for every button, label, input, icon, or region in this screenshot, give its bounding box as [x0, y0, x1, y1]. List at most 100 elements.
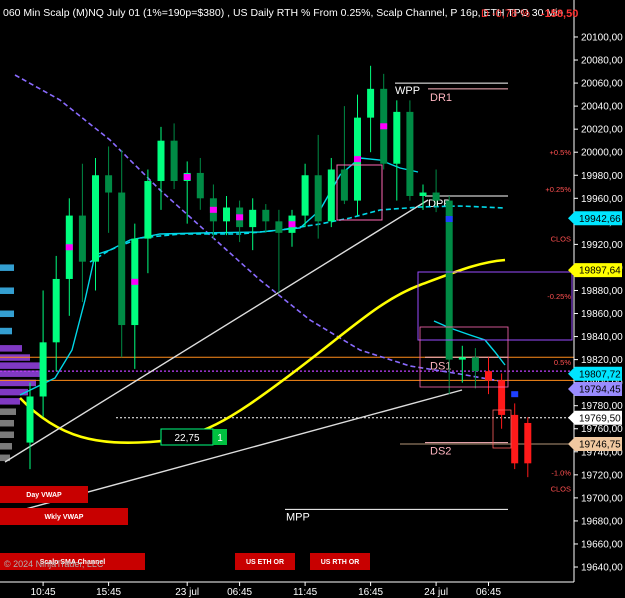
pivot-label-wpp: WPP [395, 85, 420, 97]
price-tag-label: 19769,50 [579, 413, 621, 424]
candle-body [458, 357, 466, 360]
candle-body [393, 111, 401, 164]
x-tick-label: 15:45 [96, 587, 121, 598]
indicator-button-label[interactable]: Day VWAP [26, 492, 62, 499]
indicator-button-label[interactable]: US RTH OR [321, 559, 360, 566]
y-tick-label: 19880,00 [581, 286, 623, 297]
candle-body [275, 221, 283, 233]
candle-marker [209, 206, 217, 213]
y-tick-label: 20080,00 [581, 56, 623, 67]
price-tag-label: 19746,75 [579, 440, 621, 451]
pivot-label-ds2: DS2 [430, 446, 451, 458]
candle-body [78, 215, 86, 262]
volume-profile-bar [0, 264, 14, 271]
y-tick-label: 19720,00 [581, 470, 623, 481]
y-tick-label: 19920,00 [581, 240, 623, 251]
daily-change-percent: D -0,78 % [481, 8, 530, 20]
candle-body [223, 207, 230, 222]
candle-body [170, 140, 178, 182]
x-tick-label: 24 jul [424, 587, 448, 598]
volume-profile-bar [0, 370, 46, 377]
price-tag-label: 19942,66 [579, 214, 621, 225]
price-chart[interactable]: WPPDR1DPPDS1DS2MPP+0.5%+0.25%CLOS-0.25%0… [0, 0, 625, 598]
candle-marker [288, 221, 296, 228]
pivot-label-dr1: DR1 [430, 92, 452, 104]
candle-marker [445, 216, 453, 223]
volume-profile-bar [0, 388, 28, 396]
position-qty: 1 [217, 433, 223, 444]
candle-marker [354, 156, 361, 163]
candle-body [485, 371, 492, 381]
y-tick-label: 19780,00 [581, 401, 623, 412]
percent-label: -1.0% [551, 469, 571, 478]
indicator-button-label[interactable]: Wkly VWAP [45, 514, 84, 521]
x-tick-label: 10:45 [31, 587, 56, 598]
volume-profile-bar [0, 310, 14, 318]
percent-label: -0.25% [547, 292, 571, 301]
candle-body [524, 422, 532, 464]
copyright: © 2024 NinjaTrader, LLC [4, 559, 104, 569]
candle-body [39, 342, 47, 397]
x-tick-label: 23 jul [175, 587, 199, 598]
y-tick-label: 19680,00 [581, 516, 623, 527]
price-tag-label: 19794,45 [579, 385, 621, 396]
x-tick-label: 11:45 [293, 587, 318, 598]
candle-body [406, 111, 414, 196]
candle-body [367, 88, 375, 118]
candle-body [432, 192, 440, 201]
candle-body [471, 357, 479, 372]
y-tick-label: 19640,00 [581, 563, 623, 574]
candle-marker [236, 214, 244, 221]
y-tick-label: 20060,00 [581, 79, 623, 90]
price-tag-label: 19897,64 [579, 266, 621, 277]
candle-body [118, 192, 126, 326]
chart-title: 060 Min Scalp (M)NQ July 01 (1%=190p=$38… [3, 7, 563, 19]
candle-body [419, 192, 427, 196]
candle-body [445, 200, 453, 360]
y-tick-label: 19840,00 [581, 332, 623, 343]
candle-body [314, 175, 322, 222]
candle-body [340, 169, 348, 201]
y-tick-label: 20040,00 [581, 102, 623, 113]
candle-body [92, 175, 99, 262]
candle-marker [511, 391, 519, 398]
x-tick-label: 06:45 [476, 587, 501, 598]
y-tick-label: 19860,00 [581, 309, 623, 320]
candle-body [327, 169, 335, 222]
candle-body [52, 278, 60, 343]
indicator-button-label[interactable]: US ETH OR [246, 559, 284, 566]
volume-profile-bar [0, 443, 12, 450]
candle-marker [131, 278, 139, 285]
daily-change-points: -158,50 [541, 8, 578, 20]
x-tick-label: 16:45 [358, 587, 383, 598]
volume-profile-bar [0, 287, 14, 294]
percent-label: 0.5% [554, 358, 571, 367]
candle-marker [183, 173, 191, 180]
volume-profile-bar [0, 362, 42, 369]
candle-body [144, 181, 152, 239]
x-tick-label: 06:45 [227, 587, 252, 598]
volume-profile-bar [0, 327, 12, 335]
candle-body [105, 175, 113, 193]
candle-body [26, 396, 34, 443]
percent-label: +0.5% [550, 148, 572, 157]
y-tick-label: 19700,00 [581, 493, 623, 504]
candle-body [301, 175, 309, 216]
y-tick-label: 20000,00 [581, 148, 623, 159]
candle-body [157, 140, 165, 182]
candle-body [249, 209, 257, 228]
percent-label: +0.25% [545, 185, 571, 194]
percent-label: CLOS [551, 235, 571, 244]
candle-body [196, 172, 204, 199]
y-tick-label: 19980,00 [581, 171, 623, 182]
y-tick-label: 19820,00 [581, 355, 623, 366]
y-axis[interactable]: 20100,00 20080,00 20060,00 20040,00 20020,00… [573, 0, 623, 582]
volume-profile-bar [0, 398, 20, 405]
price-tag-label: 19807,72 [579, 369, 621, 380]
y-tick-label: 19760,00 [581, 424, 623, 435]
candle-body [262, 209, 270, 222]
y-tick-label: 19660,00 [581, 539, 623, 550]
volume-profile-bar [0, 419, 14, 427]
y-tick-label: 19960,00 [581, 194, 623, 205]
position-value: 22,75 [174, 433, 199, 444]
